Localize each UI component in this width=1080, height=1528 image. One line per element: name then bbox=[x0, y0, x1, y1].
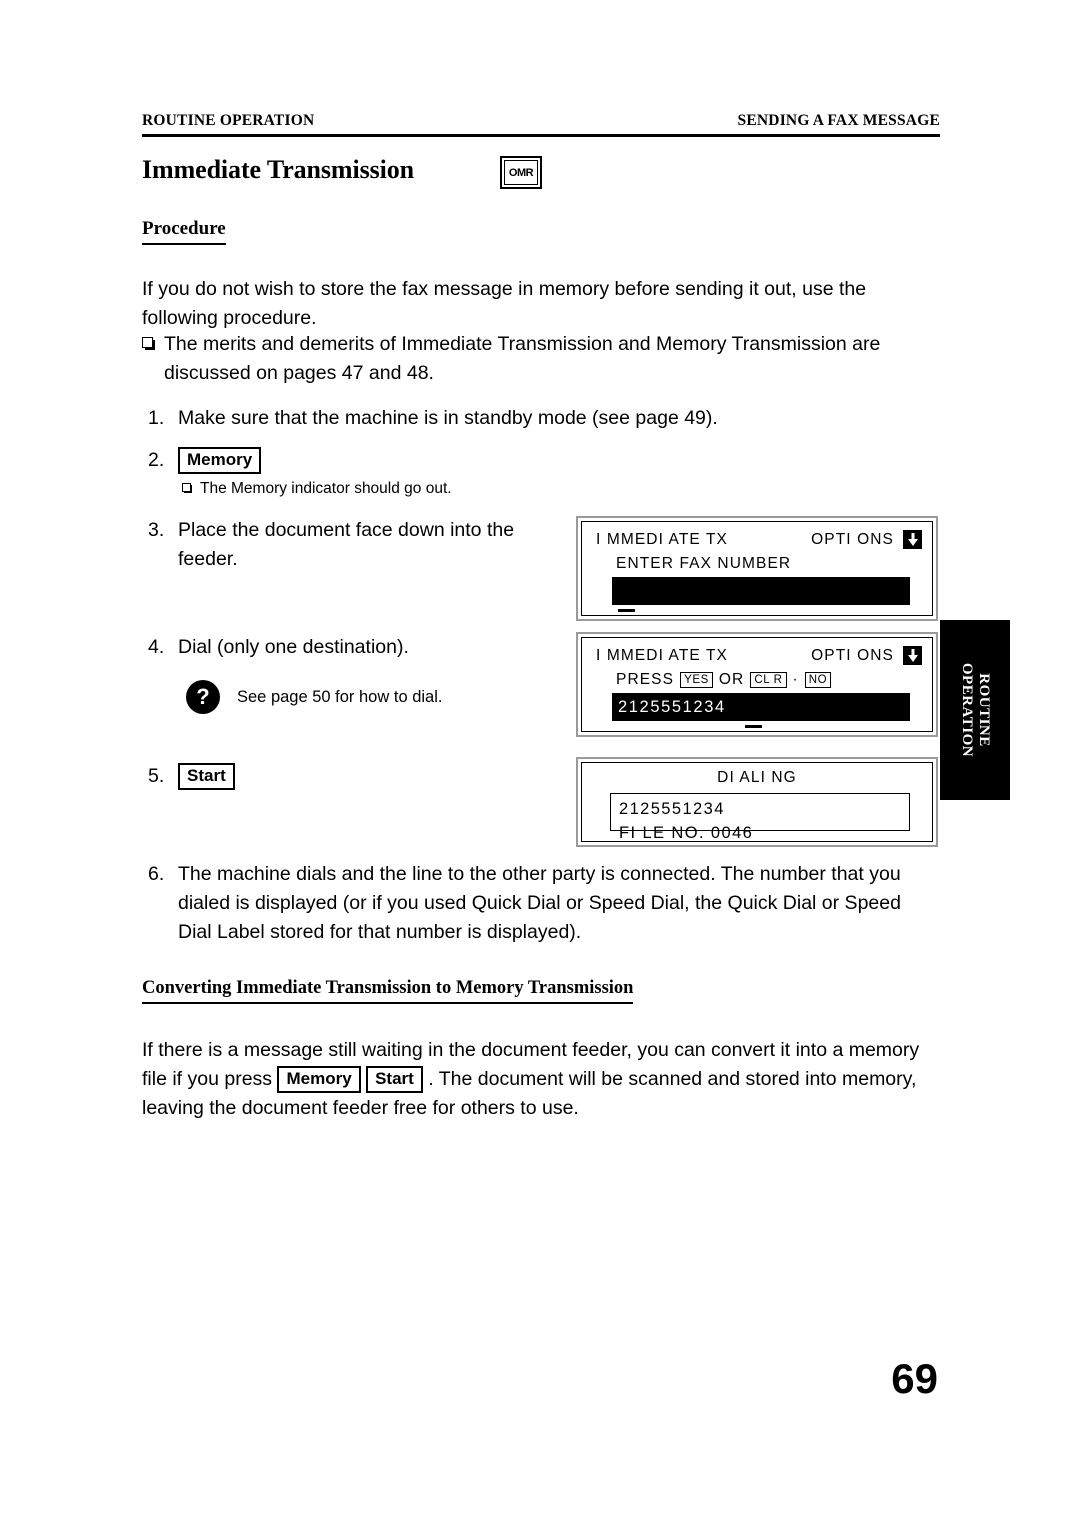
lcd-2-prompt-prefix: PRESS bbox=[616, 671, 675, 688]
step-2-number: 2. bbox=[148, 449, 165, 471]
omr-badge-icon: OMR bbox=[500, 156, 542, 189]
step-5-number: 5. bbox=[148, 765, 165, 787]
converting-heading: Converting Immediate Transmission to Mem… bbox=[142, 978, 634, 1004]
lcd-3-file-number: FI LE NO. 0046 bbox=[619, 824, 754, 842]
step-6-text: The machine dials and the line to the ot… bbox=[178, 863, 901, 943]
start-key-button[interactable]: Start bbox=[178, 763, 235, 790]
no-key-button[interactable]: NO bbox=[804, 672, 832, 688]
lcd-panel-enter-fax-number: I MMEDI ATE TX OPTI ONS ENTER FAX NUMBER bbox=[576, 516, 938, 621]
memory-indicator-note-text: The Memory indicator should go out. bbox=[200, 480, 452, 497]
lcd-2-status-text: I MMEDI ATE TX bbox=[596, 646, 728, 664]
lcd-2-top-row: I MMEDI ATE TX OPTI ONS bbox=[596, 646, 922, 665]
lcd-2-prompt-separator: · bbox=[792, 671, 799, 688]
step-5: 5. Start bbox=[148, 762, 548, 791]
yes-key-button[interactable]: YES bbox=[680, 672, 713, 688]
lcd-1-top-row: I MMEDI ATE TX OPTI ONS bbox=[596, 530, 922, 549]
lcd-1-cursor bbox=[618, 609, 635, 612]
question-mark-icon: ? bbox=[186, 680, 220, 714]
procedure-heading: Procedure bbox=[142, 218, 226, 245]
shadow-square-bullet-icon bbox=[182, 483, 192, 493]
step-3: 3. Place the document face down into the… bbox=[148, 516, 568, 574]
start-key-button-inline[interactable]: Start bbox=[366, 1066, 423, 1094]
clr-key-button[interactable]: CL R bbox=[750, 672, 787, 688]
side-tab-line-2: OPERATION bbox=[959, 662, 976, 758]
running-header: ROUTINE OPERATION SENDING A FAX MESSAGE bbox=[142, 112, 940, 130]
lcd-2-cursor bbox=[745, 725, 762, 728]
dial-help-text: See page 50 for how to dial. bbox=[237, 687, 443, 706]
lcd-screen: I MMEDI ATE TX OPTI ONS PRESS YES OR CL … bbox=[581, 637, 933, 732]
dial-help-note: ? See page 50 for how to dial. bbox=[186, 680, 442, 714]
merits-note-text: The merits and demerits of Immediate Tra… bbox=[164, 333, 881, 384]
side-tab-line-1: ROUTINE bbox=[976, 673, 993, 747]
lcd-panel-press-yes-or-clr: I MMEDI ATE TX OPTI ONS PRESS YES OR CL … bbox=[576, 632, 938, 737]
lcd-2-options-label: OPTI ONS bbox=[811, 646, 894, 664]
omr-badge-label: OMR bbox=[504, 160, 538, 185]
memory-key-button-inline[interactable]: Memory bbox=[277, 1066, 361, 1094]
step-3-number: 3. bbox=[148, 519, 165, 541]
lcd-1-options[interactable]: OPTI ONS bbox=[811, 530, 922, 549]
page-title: Immediate Transmission bbox=[142, 155, 415, 184]
step-2: 2. Memory bbox=[148, 446, 548, 475]
step-1: 1. Make sure that the machine is in stan… bbox=[148, 404, 848, 433]
step-1-text: Make sure that the machine is in standby… bbox=[178, 407, 718, 429]
step-4: 4. Dial (only one destination). bbox=[148, 633, 568, 662]
converting-paragraph: If there is a message still waiting in t… bbox=[142, 1036, 937, 1123]
merits-note: The merits and demerits of Immediate Tra… bbox=[142, 330, 942, 388]
side-thumb-tab: ROUTINE OPERATION bbox=[940, 620, 1010, 800]
lcd-2-prompt: PRESS YES OR CL R · NO bbox=[616, 671, 832, 689]
step-1-number: 1. bbox=[148, 407, 165, 429]
memory-key-button[interactable]: Memory bbox=[178, 447, 262, 474]
page-number: 69 bbox=[891, 1355, 938, 1402]
arrow-down-icon bbox=[903, 530, 922, 549]
lcd-panel-dialing: DI ALI NG 2125551234 FI LE NO. 0046 bbox=[576, 757, 938, 847]
lcd-3-title: DI ALI NG bbox=[717, 769, 797, 786]
lcd-screen: DI ALI NG 2125551234 FI LE NO. 0046 bbox=[581, 762, 933, 842]
header-right-text: SENDING A FAX MESSAGE bbox=[737, 112, 940, 129]
lcd-3-info-box: 2125551234 FI LE NO. 0046 bbox=[610, 793, 910, 842]
lcd-3-dialed-number: 2125551234 bbox=[619, 800, 725, 818]
header-left-text: ROUTINE OPERATION bbox=[142, 112, 315, 129]
shadow-square-bullet-icon bbox=[142, 337, 155, 350]
lcd-1-options-label: OPTI ONS bbox=[811, 530, 894, 548]
memory-indicator-note: The Memory indicator should go out. bbox=[182, 478, 602, 500]
step-3-text: Place the document face down into the fe… bbox=[178, 519, 515, 570]
step-4-number: 4. bbox=[148, 636, 165, 658]
lcd-1-input-field[interactable] bbox=[612, 577, 910, 605]
side-thumb-tab-text: ROUTINE OPERATION bbox=[958, 663, 992, 757]
step-4-text: Dial (only one destination). bbox=[178, 636, 409, 658]
lcd-screen: I MMEDI ATE TX OPTI ONS ENTER FAX NUMBER bbox=[581, 521, 933, 616]
document-page: ROUTINE OPERATION SENDING A FAX MESSAGE … bbox=[0, 0, 1080, 1528]
lcd-2-prompt-mid: OR bbox=[718, 671, 745, 688]
intro-paragraph: If you do not wish to store the fax mess… bbox=[142, 278, 867, 329]
lcd-1-prompt: ENTER FAX NUMBER bbox=[616, 555, 792, 572]
step-6-number: 6. bbox=[148, 863, 165, 885]
lcd-2-input-field[interactable]: 2125551234 bbox=[612, 693, 910, 721]
lcd-2-options[interactable]: OPTI ONS bbox=[811, 646, 922, 665]
arrow-down-icon bbox=[903, 646, 922, 665]
lcd-1-status-text: I MMEDI ATE TX bbox=[596, 530, 728, 548]
step-6: 6. The machine dials and the line to the… bbox=[148, 860, 938, 947]
header-rule bbox=[142, 134, 940, 137]
